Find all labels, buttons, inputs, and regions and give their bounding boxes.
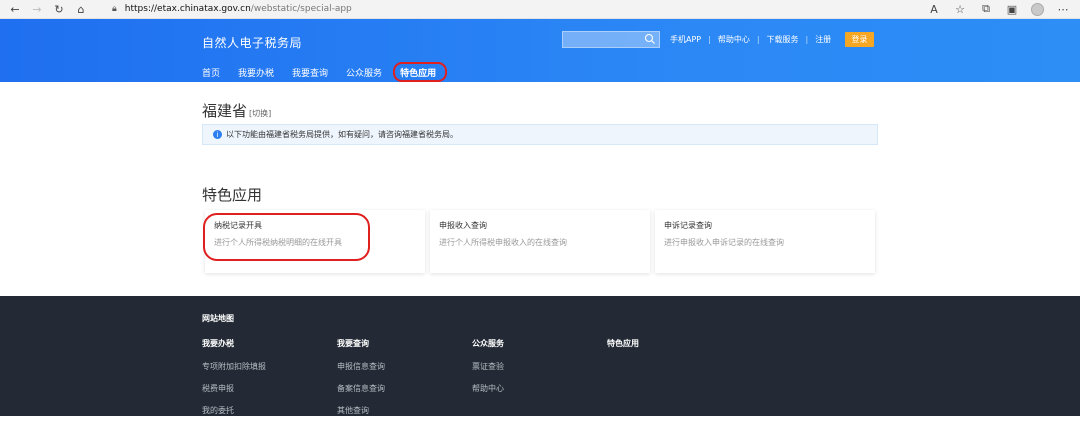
address-bar[interactable]: 🔒︎ https://etax.chinatax.gov.cn/webstati… xyxy=(112,2,352,16)
footer-link[interactable]: 帮助中心 xyxy=(472,383,504,394)
notice-banner: i 以下功能由福建省税务局提供，如有疑问，请咨询福建省税务局。 xyxy=(202,124,878,145)
search-box[interactable] xyxy=(562,31,660,52)
card-title: 申报收入查询 xyxy=(439,221,487,230)
footer: 网站地图 我要办税 专项附加扣除填报 税费申报 我的委托 我要查询 申报信息查询… xyxy=(0,296,1080,416)
footer-col-public: 公众服务 票证查验 帮助中心 xyxy=(472,338,504,405)
card-income-query[interactable]: 申报收入查询 进行个人所得税申报收入的在线查询 xyxy=(430,210,650,273)
link-help-center[interactable]: 帮助中心 xyxy=(718,34,750,45)
nav-public-service[interactable]: 公众服务 xyxy=(346,66,382,79)
footer-col-tax: 我要办税 专项附加扣除填报 税费申报 我的委托 xyxy=(202,338,266,427)
search-icon[interactable] xyxy=(644,33,656,45)
link-download[interactable]: 下载服务 xyxy=(767,34,799,45)
card-desc: 进行申报收入申诉记录的在线查询 xyxy=(664,238,784,247)
favorites-star-icon[interactable]: ☆ xyxy=(953,2,967,16)
collections-icon[interactable]: ⧉ xyxy=(979,2,993,16)
footer-title: 网站地图 xyxy=(202,314,234,323)
read-aloud-icon[interactable]: A xyxy=(927,2,941,16)
divider: | xyxy=(708,35,711,44)
refresh-icon[interactable]: ↻ xyxy=(52,2,66,16)
card-title: 申诉记录查询 xyxy=(664,221,712,230)
footer-col-head: 特色应用 xyxy=(607,339,639,348)
lock-icon: 🔒︎ xyxy=(112,4,117,14)
card-appeal-query[interactable]: 申诉记录查询 进行申报收入申诉记录的在线查询 xyxy=(655,210,875,273)
footer-col-head: 我要办税 xyxy=(202,339,234,348)
site-title[interactable]: 自然人电子税务局 xyxy=(202,34,302,51)
notice-text: 以下功能由福建省税务局提供，如有疑问，请咨询福建省税务局。 xyxy=(226,130,458,139)
switch-province-link[interactable]: [切换] xyxy=(249,109,271,118)
footer-link[interactable]: 票证查验 xyxy=(472,361,504,372)
profile-avatar[interactable] xyxy=(1031,2,1044,16)
province-name: 福建省 xyxy=(202,102,248,120)
footer-link[interactable]: 我的委托 xyxy=(202,405,266,416)
nav-tax-handling[interactable]: 我要办税 xyxy=(238,66,274,79)
footer-link[interactable]: 专项附加扣除填报 xyxy=(202,361,266,372)
footer-link[interactable]: 税费申报 xyxy=(202,383,266,394)
url-host: https://etax.chinatax.gov.cn xyxy=(124,4,251,14)
annotation-circle-card xyxy=(203,213,370,261)
footer-link[interactable]: 申报信息查询 xyxy=(337,361,385,372)
browser-toolbar: ← → ↻ ⌂ 🔒︎ https://etax.chinatax.gov.cn /… xyxy=(0,0,1080,19)
divider: | xyxy=(756,35,760,44)
footer-col-query: 我要查询 申报信息查询 备案信息查询 其他查询 xyxy=(337,338,385,427)
search-input[interactable] xyxy=(563,36,643,52)
login-button[interactable]: 登录 xyxy=(845,32,874,47)
top-links: 手机APP | 帮助中心 | 下载服务 | 注册 xyxy=(670,34,831,45)
info-icon: i xyxy=(213,130,222,139)
footer-col-head: 公众服务 xyxy=(472,339,504,348)
home-icon[interactable]: ⌂ xyxy=(74,2,88,16)
browser-actions: A ☆ ⧉ ▣ ⋯ xyxy=(927,2,1070,16)
site-header: 自然人电子税务局 手机APP | 帮助中心 | 下载服务 | 注册 登录 首页 … xyxy=(0,19,1080,82)
more-menu-icon[interactable]: ⋯ xyxy=(1056,2,1070,16)
nav-home[interactable]: 首页 xyxy=(202,66,220,79)
section-title: 特色应用 xyxy=(202,186,263,204)
footer-col-head: 我要查询 xyxy=(337,339,369,348)
nav-query[interactable]: 我要查询 xyxy=(292,66,328,79)
back-arrow-icon[interactable]: ← xyxy=(8,2,22,16)
extensions-icon[interactable]: ▣ xyxy=(1005,2,1019,16)
footer-col-special: 特色应用 xyxy=(607,338,639,361)
province-heading: 福建省 [切换] xyxy=(202,100,271,121)
url-path: /webstatic/special-app xyxy=(250,4,352,14)
footer-link[interactable]: 其他查询 xyxy=(337,405,385,416)
forward-arrow-icon[interactable]: → xyxy=(30,2,44,16)
card-desc: 进行个人所得税申报收入的在线查询 xyxy=(439,238,567,247)
link-register[interactable]: 注册 xyxy=(815,34,831,45)
annotation-circle-nav xyxy=(393,62,447,82)
footer-link[interactable]: 备案信息查询 xyxy=(337,383,385,394)
link-mobile-app[interactable]: 手机APP xyxy=(670,34,701,45)
divider: | xyxy=(805,35,809,44)
